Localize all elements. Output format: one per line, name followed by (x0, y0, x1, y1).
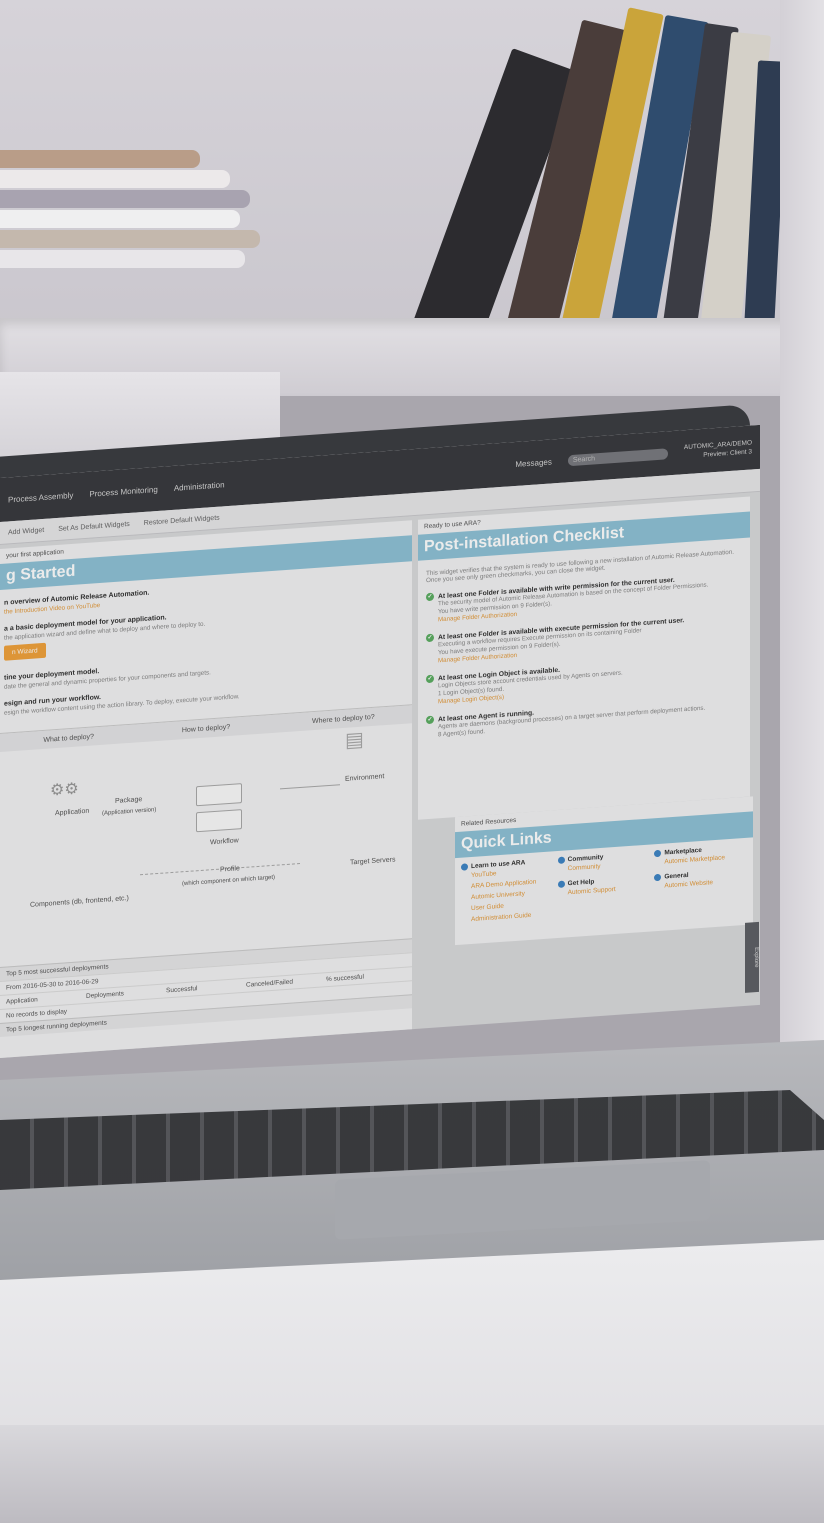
nav-administration[interactable]: Administration (174, 480, 225, 493)
diagram-environment: Environment (345, 773, 385, 783)
getting-started-widget: your first application g Started n overv… (0, 520, 412, 1059)
messages-link[interactable]: Messages (515, 457, 551, 469)
server-icon: ▤ (345, 728, 364, 752)
diagram-target-servers: Target Servers (350, 856, 396, 867)
deployment-model-diagram: What to deploy? How to deploy? Where to … (0, 704, 412, 944)
diagram-components: Components (db, frontend, etc.) (30, 894, 129, 909)
gears-icon: ⚙⚙ (50, 780, 79, 800)
diagram-application: Application (55, 807, 90, 818)
set-default-widgets-button[interactable]: Set As Default Widgets (58, 520, 130, 532)
checklist-widget: Ready to use ARA? Post-installation Chec… (418, 496, 750, 820)
magazine-stack (0, 140, 270, 300)
user-client: Preview: Client 3 (703, 448, 752, 459)
laptop-screen: Process Assembly Process Monitoring Admi… (0, 424, 760, 1059)
info-dot-icon (557, 880, 565, 889)
diagram-package-sub: (Application version) (102, 807, 157, 817)
application-wizard-button[interactable]: n Wizard (4, 642, 46, 661)
dashboard-content: your first application g Started n overv… (0, 492, 760, 1059)
search-input[interactable]: Search (567, 447, 668, 466)
workflow-box-icon-2 (196, 809, 242, 833)
diagram-profile: Profile (220, 865, 240, 874)
shelf-side (780, 0, 824, 1100)
user-info[interactable]: AUTOMIC_ARA/DEMO Preview: Client 3 (684, 438, 752, 461)
table-edge (0, 1425, 824, 1523)
workflow-box-icon (196, 783, 242, 807)
bookshelf-books (400, 0, 790, 354)
arrow-line (280, 784, 340, 790)
diagram-col-where: Where to deploy to? (311, 713, 375, 725)
restore-default-widgets-button[interactable]: Restore Default Widgets (144, 514, 220, 526)
quick-links-widget: Related Resources Quick Links Learn to u… (455, 796, 753, 946)
diagram-col-what: What to deploy? (43, 732, 94, 744)
add-widget-button[interactable]: Add Widget (8, 526, 44, 536)
diagram-col-how: How to deploy? (181, 723, 231, 734)
deployments-table-widget: Top 5 most successful deployments From 2… (0, 938, 412, 1037)
diagram-package: Package (115, 796, 143, 805)
diagram-profile-sub: (which component on which target) (182, 874, 276, 888)
explore-sidebar-tab[interactable]: Explore (745, 921, 759, 993)
diagram-workflow: Workflow (210, 837, 239, 847)
nav-process-monitoring[interactable]: Process Monitoring (89, 484, 157, 498)
info-dot-icon (557, 856, 565, 865)
nav-process-assembly[interactable]: Process Assembly (8, 490, 73, 504)
